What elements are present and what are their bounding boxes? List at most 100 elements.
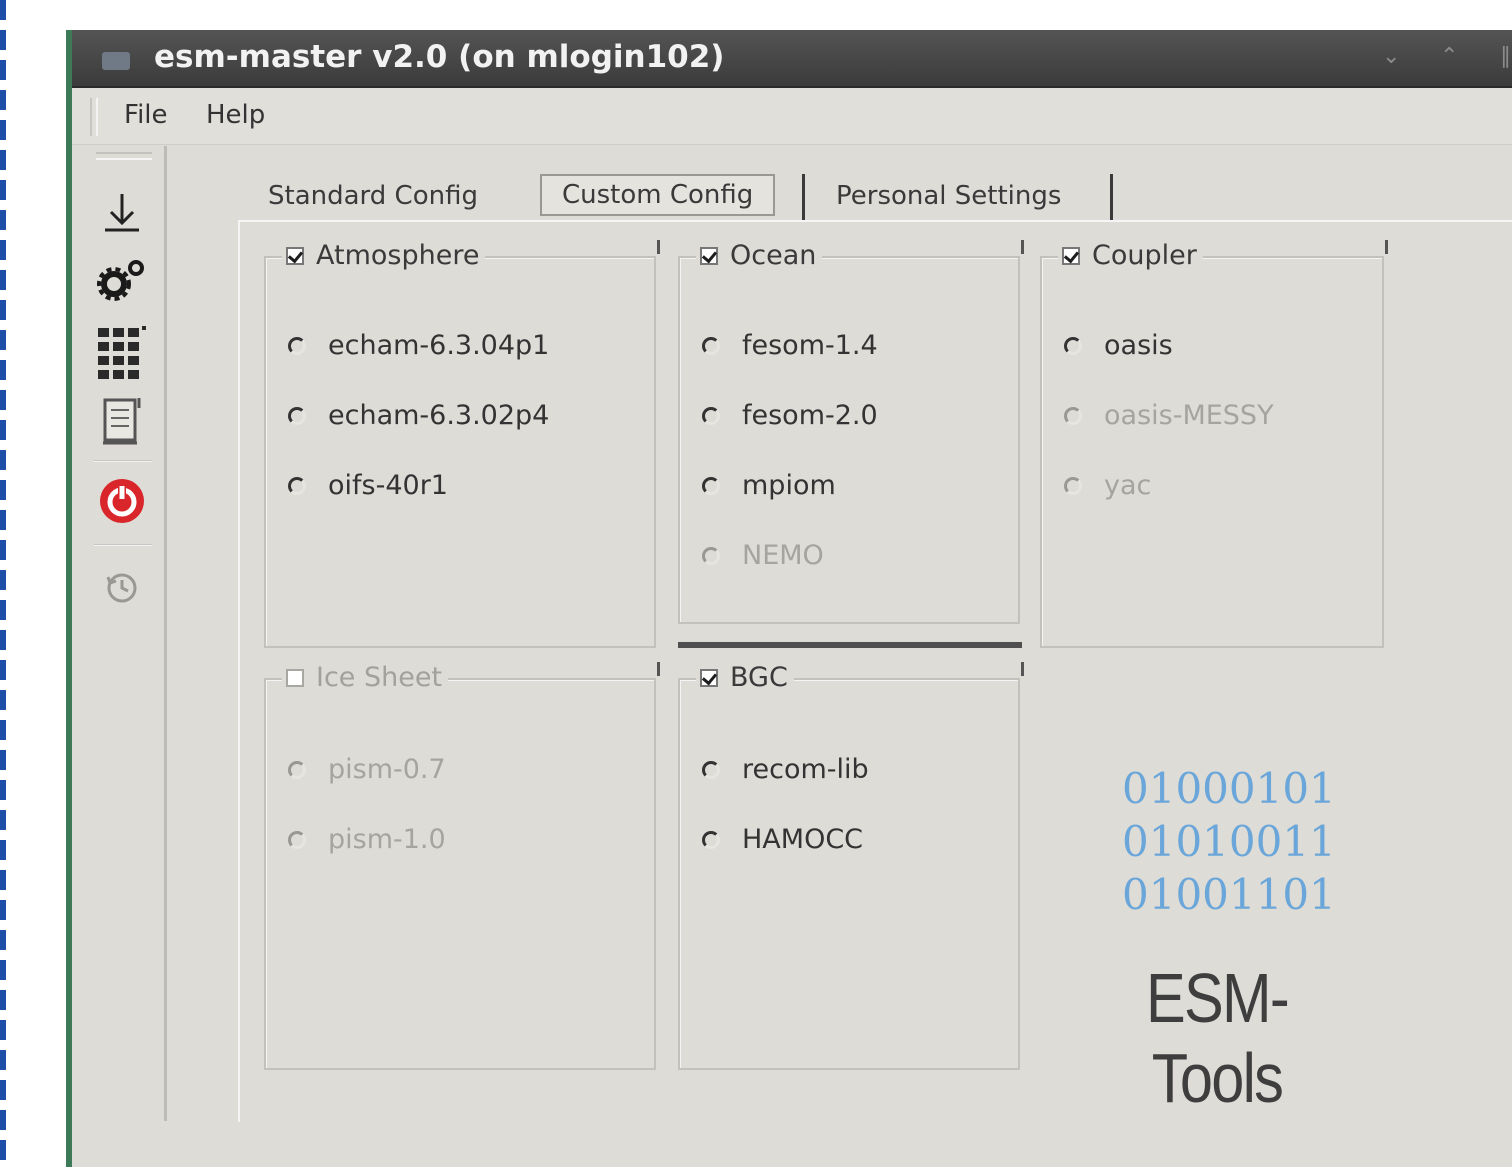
radio-button[interactable] — [288, 406, 306, 425]
tab-custom-config[interactable]: Custom Config — [540, 174, 776, 216]
grid-icon[interactable] — [90, 322, 154, 380]
document-icon[interactable] — [90, 392, 154, 450]
menu-bar: File Help — [72, 88, 1512, 145]
radio-nemo[interactable]: NEMO — [702, 540, 824, 571]
group-title-bgc: BGC — [730, 662, 788, 693]
radio-pism-10[interactable]: pism-1.0 — [288, 824, 446, 855]
app-window: esm-master v2.0 (on mlogin102) ⌄ ⌃ ∥ Fil… — [72, 30, 1512, 1167]
radio-label: recom-lib — [742, 754, 869, 785]
radio-label: echam-6.3.02p4 — [328, 400, 550, 431]
radio-oifs-40r1[interactable]: oifs-40r1 — [288, 470, 448, 501]
radio-label: HAMOCC — [742, 824, 864, 855]
ice-sheet-checkbox[interactable] — [286, 668, 304, 687]
radio-yac[interactable]: yac — [1064, 470, 1151, 501]
logo-binary: 01000101 01010011 01001101 — [1122, 762, 1336, 921]
radio-hamocc[interactable]: HAMOCC — [702, 824, 863, 855]
group-bgc: BGC recom-lib HAMOCC — [678, 662, 1024, 1070]
logo-binary-line: 01000101 — [1122, 764, 1336, 813]
radio-echam-6304p1[interactable]: echam-6.3.04p1 — [288, 330, 549, 361]
tab-bar-line — [238, 220, 1512, 222]
group-frame-tick — [1021, 240, 1024, 254]
menu-grip — [90, 98, 98, 136]
group-atmosphere: Atmosphere echam-6.3.04p1 echam-6.3.02p4… — [264, 240, 660, 648]
group-frame-tick — [657, 240, 660, 254]
radio-label: fesom-1.4 — [742, 330, 878, 361]
radio-button[interactable] — [1064, 406, 1082, 425]
group-header-coupler[interactable]: Coupler — [1058, 240, 1203, 271]
radio-button[interactable] — [1064, 336, 1082, 355]
group-header-ocean[interactable]: Ocean — [696, 240, 823, 271]
ocean-checkbox[interactable] — [700, 246, 718, 265]
radio-label: pism-1.0 — [328, 824, 446, 855]
toolbar-separator — [94, 544, 152, 546]
radio-button[interactable] — [288, 760, 306, 779]
gears-icon[interactable] — [90, 250, 154, 308]
radio-fesom-20[interactable]: fesom-2.0 — [702, 400, 878, 431]
tab-divider — [1110, 174, 1113, 222]
radio-button[interactable] — [702, 336, 720, 355]
group-ice-sheet: Ice Sheet pism-0.7 pism-1.0 — [264, 662, 660, 1070]
radio-button[interactable] — [288, 336, 306, 355]
radio-button[interactable] — [702, 406, 720, 425]
menu-file[interactable]: File — [124, 100, 168, 130]
coupler-checkbox[interactable] — [1062, 246, 1080, 265]
radio-label: echam-6.3.04p1 — [328, 330, 550, 361]
group-coupler: Coupler oasis oasis-MESSY yac — [1040, 240, 1388, 648]
menu-help[interactable]: Help — [206, 100, 265, 130]
window-title: esm-master v2.0 (on mlogin102) — [154, 39, 725, 75]
bgc-checkbox[interactable] — [700, 668, 718, 687]
logo-binary-line: 01010011 — [1122, 817, 1336, 866]
group-header-atmosphere[interactable]: Atmosphere — [282, 240, 486, 271]
radio-label: oasis-MESSY — [1104, 400, 1274, 431]
radio-button[interactable] — [288, 476, 306, 495]
title-bar[interactable]: esm-master v2.0 (on mlogin102) ⌄ ⌃ ∥ — [72, 30, 1512, 88]
group-title-ocean: Ocean — [730, 240, 817, 271]
radio-label: mpiom — [742, 470, 836, 501]
tab-personal-settings[interactable]: Personal Settings — [836, 172, 1061, 220]
group-title-coupler: Coupler — [1092, 240, 1197, 271]
group-title-atmosphere: Atmosphere — [316, 240, 480, 271]
group-ocean: Ocean fesom-1.4 fesom-2.0 mpiom NEMO — [678, 240, 1024, 624]
group-title-ice-sheet: Ice Sheet — [316, 662, 443, 693]
download-icon[interactable] — [90, 184, 154, 242]
logo-binary-line: 01001101 — [1122, 870, 1336, 919]
group-header-bgc[interactable]: BGC — [696, 662, 794, 693]
quit-icon[interactable] — [90, 472, 154, 530]
group-frame-tick — [1021, 662, 1024, 676]
atmosphere-checkbox[interactable] — [286, 246, 304, 265]
radio-pism-07[interactable]: pism-0.7 — [288, 754, 446, 785]
tab-standard-config[interactable]: Standard Config — [268, 172, 478, 220]
radio-label: yac — [1104, 470, 1152, 501]
app-icon — [102, 52, 130, 70]
ocean-scrollbar[interactable] — [678, 642, 1022, 648]
radio-oasis-messy[interactable]: oasis-MESSY — [1064, 400, 1274, 431]
radio-label: NEMO — [742, 540, 824, 571]
radio-label: oifs-40r1 — [328, 470, 448, 501]
radio-button[interactable] — [702, 476, 720, 495]
radio-recom-lib[interactable]: recom-lib — [702, 754, 869, 785]
radio-button[interactable] — [1064, 476, 1082, 495]
radio-fesom-14[interactable]: fesom-1.4 — [702, 330, 878, 361]
radio-button[interactable] — [288, 830, 306, 849]
radio-label: pism-0.7 — [328, 754, 446, 785]
group-header-ice-sheet[interactable]: Ice Sheet — [282, 662, 449, 693]
group-frame-tick — [657, 662, 660, 676]
radio-mpiom[interactable]: mpiom — [702, 470, 836, 501]
radio-label: oasis — [1104, 330, 1173, 361]
toolbar-grip — [96, 152, 152, 160]
radio-button[interactable] — [702, 830, 720, 849]
radio-button[interactable] — [702, 546, 720, 565]
maximize-icon[interactable]: ⌃ — [1440, 44, 1458, 69]
tab-divider — [802, 174, 805, 222]
tab-page-edge — [238, 222, 240, 1122]
page-dashed-border — [0, 0, 6, 1167]
history-icon[interactable] — [90, 558, 154, 616]
group-frame-tick — [1385, 240, 1388, 254]
radio-oasis[interactable]: oasis — [1064, 330, 1173, 361]
radio-echam-6302p4[interactable]: echam-6.3.02p4 — [288, 400, 549, 431]
toolbar-separator — [94, 460, 152, 462]
radio-button[interactable] — [702, 760, 720, 779]
close-icon[interactable]: ∥ — [1500, 44, 1511, 69]
minimize-icon[interactable]: ⌄ — [1382, 44, 1400, 69]
radio-label: fesom-2.0 — [742, 400, 878, 431]
